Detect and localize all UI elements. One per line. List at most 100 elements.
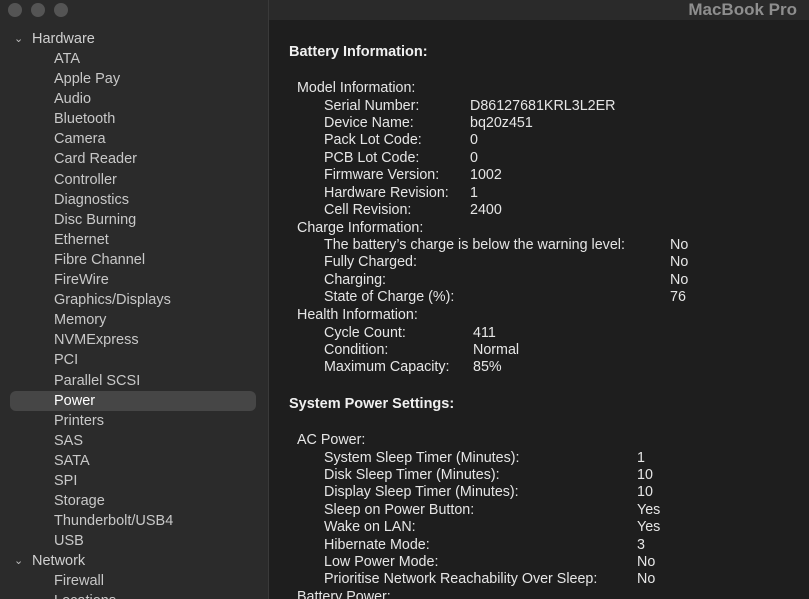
titlebar: MacBook Pro (269, 0, 809, 20)
property-label: Display Sleep Timer (Minutes): (324, 484, 519, 501)
property-label: Sleep on Power Button: (324, 501, 475, 518)
health-cycle-count: Cycle Count: 411 (269, 325, 809, 343)
charge-information-label-row: Charge Information: (269, 220, 809, 238)
sidebar-item-locations[interactable]: Locations (10, 591, 256, 599)
sidebar-item-pci[interactable]: PCI (10, 350, 256, 370)
property-label: Hardware Revision: (324, 184, 449, 201)
property-value: No (670, 237, 689, 253)
sidebar-item-disc-burning[interactable]: Disc Burning (10, 210, 256, 230)
property-value: 3 (637, 536, 645, 553)
property-label: Device Name: (324, 114, 414, 131)
sidebar-item-controller[interactable]: Controller (10, 170, 256, 190)
sidebar-item-thunderbolt-usb4[interactable]: Thunderbolt/USB4 (10, 511, 256, 531)
window-controls (8, 3, 68, 17)
model-firmware-version: Firmware Version: 1002 (269, 167, 809, 185)
sidebar-item-sas[interactable]: SAS (10, 431, 256, 451)
property-value: 10 (637, 466, 653, 483)
sidebar-group-label: Hardware (32, 31, 95, 47)
sidebar-item-graphics-displays[interactable]: Graphics/Displays (10, 290, 256, 310)
sidebar: ⌄ Hardware ATA Apple Pay Audio Bluetooth Camer… (0, 0, 269, 599)
close-window-button[interactable] (8, 3, 22, 17)
sidebar-item-camera[interactable]: Camera (10, 129, 256, 149)
property-value: 10 (637, 484, 653, 501)
sidebar-item-firewall[interactable]: Firewall (10, 571, 256, 591)
sidebar-item-nvmexpress[interactable]: NVMExpress (10, 330, 256, 350)
property-label: Hibernate Mode: (324, 536, 430, 553)
property-label: Low Power Mode: (324, 553, 439, 570)
model-hardware-revision: Hardware Revision: 1 (269, 185, 809, 203)
model-device-name: Device Name: bq20z451 (269, 115, 809, 133)
property-value: 0 (470, 132, 478, 149)
property-value: Yes (637, 501, 661, 518)
property-label: Wake on LAN: (324, 519, 416, 536)
model-serial-number: Serial Number: D86127681KRL3L2ER (269, 98, 809, 116)
property-label: Firmware Version: (324, 167, 440, 184)
sidebar-item-firewire[interactable]: FireWire (10, 270, 256, 290)
system-power-settings-title: System Power Settings: (289, 396, 455, 412)
charge-fully-charged: Fully Charged: No (269, 254, 809, 272)
property-value: 1 (470, 184, 478, 201)
sidebar-group-network[interactable]: ⌄ Network (0, 551, 268, 571)
ac-power-label-row: AC Power: (269, 432, 809, 450)
sidebar-tree: ⌄ Hardware ATA Apple Pay Audio Bluetooth Camer… (0, 29, 268, 599)
window-title: MacBook Pro (688, 0, 797, 19)
property-label: Cell Revision: (324, 201, 412, 218)
charge-the-battery-s-charge-is-below-the-warning-level: The battery’s charge is below the warnin… (269, 237, 809, 255)
detail-pane: Battery Information: Model Information: Se… (269, 20, 809, 599)
ac-prioritise-network-reachability-over-sleep: Prioritise Network Reachability Over Sle… (269, 571, 809, 589)
property-label: The battery’s charge is below the warnin… (324, 237, 625, 253)
sidebar-item-parallel-scsi[interactable]: Parallel SCSI (10, 371, 256, 391)
property-label: Serial Number: (324, 97, 420, 114)
charge-state-of-charge: State of Charge (%): 76 (269, 289, 809, 307)
property-label: Charging: (324, 271, 386, 288)
sidebar-group-hardware[interactable]: ⌄ Hardware (0, 29, 268, 49)
property-value: No (670, 271, 689, 288)
sidebar-item-printers[interactable]: Printers (10, 411, 256, 431)
property-value: 411 (473, 324, 496, 341)
charge-information-label: Charge Information: (297, 219, 424, 236)
property-value: 0 (470, 149, 478, 166)
battery-power-label-row: Battery Power: (269, 589, 809, 599)
ac-sleep-on-power-button: Sleep on Power Button: Yes (269, 502, 809, 520)
sidebar-item-power[interactable]: Power (10, 390, 256, 411)
battery-power-label: Battery Power: (297, 589, 391, 599)
chevron-down-icon[interactable]: ⌄ (14, 551, 26, 571)
sidebar-item-usb[interactable]: USB (10, 531, 256, 551)
property-label: Cycle Count: (324, 324, 406, 341)
property-label: Disk Sleep Timer (Minutes): (324, 466, 500, 483)
property-label: State of Charge (%): (324, 289, 455, 306)
ac-power-label: AC Power: (297, 432, 366, 448)
sidebar-item-storage[interactable]: Storage (10, 491, 256, 511)
sidebar-item-fibre-channel[interactable]: Fibre Channel (10, 250, 256, 270)
sidebar-item-spi[interactable]: SPI (10, 471, 256, 491)
sidebar-item-card-reader[interactable]: Card Reader (10, 149, 256, 169)
sidebar-item-diagnostics[interactable]: Diagnostics (10, 190, 256, 210)
property-label: Prioritise Network Reachability Over Sle… (324, 571, 598, 588)
sidebar-item-ata[interactable]: ATA (10, 49, 256, 69)
property-label: Maximum Capacity: (324, 359, 450, 376)
model-pack-lot-code: Pack Lot Code: 0 (269, 132, 809, 150)
sidebar-item-bluetooth[interactable]: Bluetooth (10, 109, 256, 129)
zoom-window-button[interactable] (54, 3, 68, 17)
property-value: bq20z451 (470, 114, 533, 131)
minimize-window-button[interactable] (31, 3, 45, 17)
health-information-label: Health Information: (297, 307, 418, 323)
property-value: 1 (637, 449, 645, 466)
property-label: PCB Lot Code: (324, 149, 420, 166)
sidebar-item-ethernet[interactable]: Ethernet (10, 230, 256, 250)
sidebar-item-memory[interactable]: Memory (10, 310, 256, 330)
property-value: No (637, 553, 656, 570)
ac-disk-sleep-timer-minutes: Disk Sleep Timer (Minutes): 10 (269, 467, 809, 485)
property-label: Fully Charged: (324, 254, 417, 271)
chevron-down-icon[interactable]: ⌄ (14, 29, 26, 49)
property-value: 2400 (470, 201, 502, 218)
model-information-label-row: Model Information: (269, 80, 809, 98)
sidebar-item-apple-pay[interactable]: Apple Pay (10, 69, 256, 89)
property-label: Pack Lot Code: (324, 132, 422, 149)
sidebar-item-audio[interactable]: Audio (10, 89, 256, 109)
health-condition: Condition: Normal (269, 342, 809, 360)
battery-information-title: Battery Information: (289, 44, 428, 60)
property-label: Condition: (324, 341, 389, 358)
property-value: 76 (670, 289, 686, 306)
sidebar-item-sata[interactable]: SATA (10, 451, 256, 471)
